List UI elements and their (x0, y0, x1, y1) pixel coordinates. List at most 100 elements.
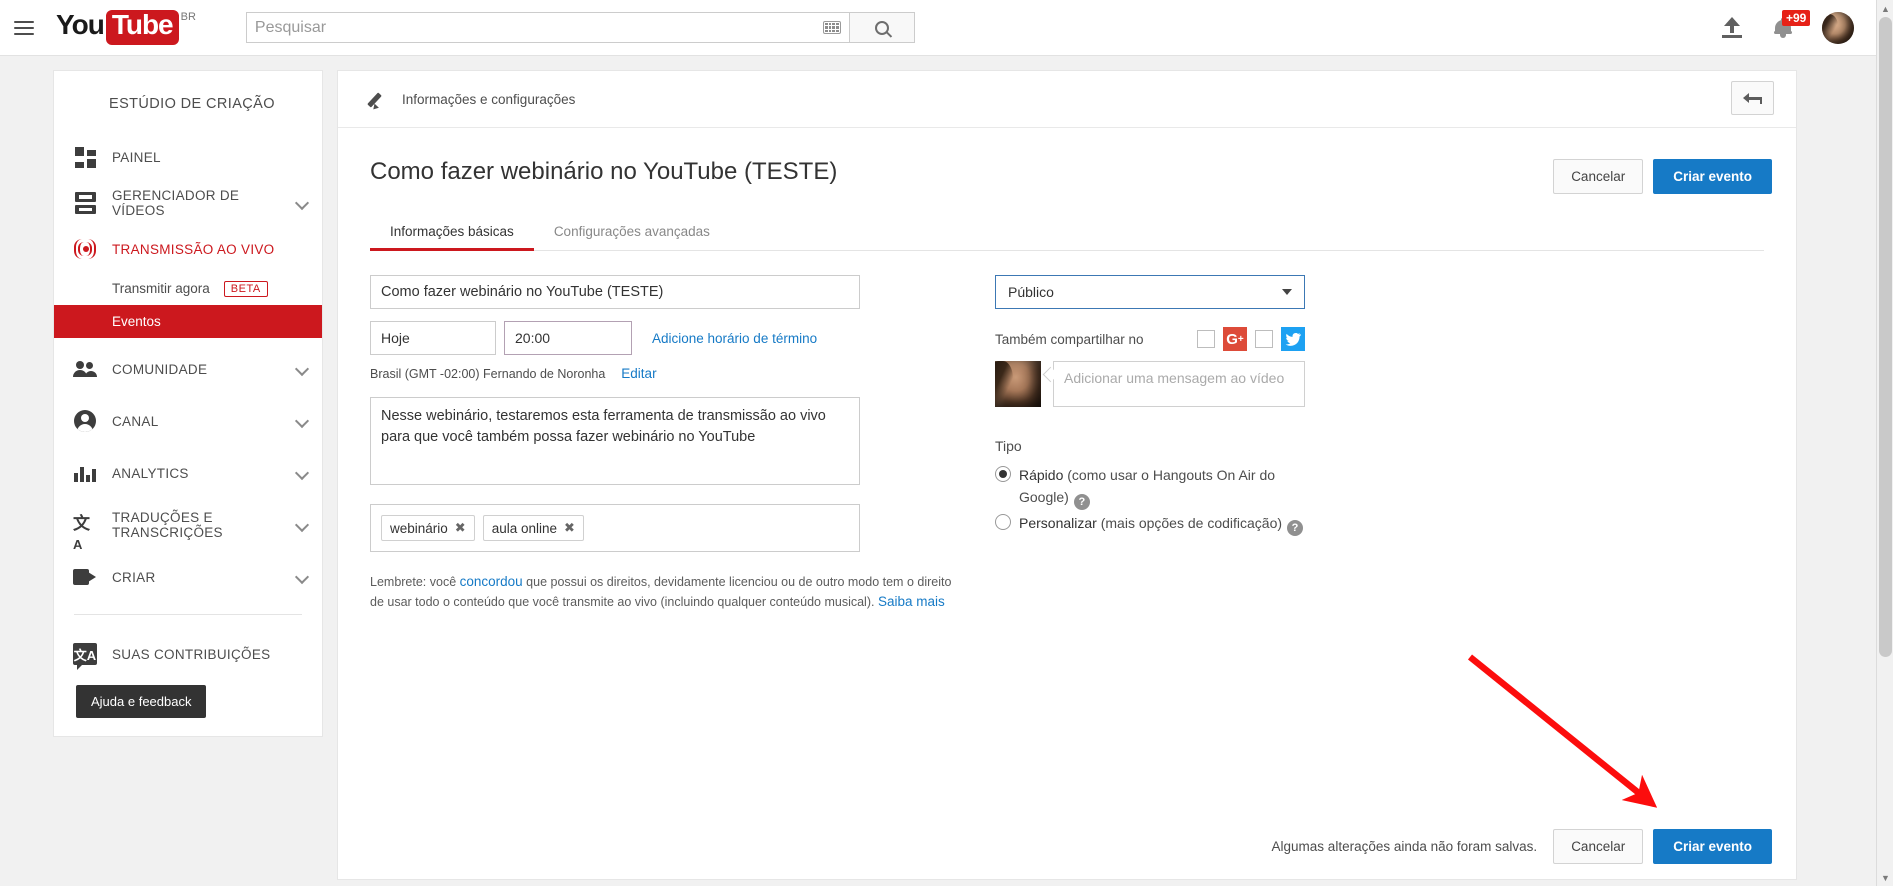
avatar[interactable] (1822, 11, 1854, 44)
sidebar-item-traducoes-e-transcricoes[interactable]: 文A TRADUÇÕES E TRANSCRIÇÕES (54, 502, 322, 552)
type-option-label: Rápido (como usar o Hangouts On Air do G… (1019, 464, 1305, 510)
chevron-down-icon[interactable] (296, 197, 308, 209)
close-icon[interactable]: ✖ (455, 520, 466, 536)
tab-configuracoes-avancadas[interactable]: Configurações avançadas (534, 214, 730, 250)
type-option-rapido[interactable]: Rápido (como usar o Hangouts On Air do G… (995, 464, 1305, 510)
tag-label: aula online (491, 520, 558, 536)
chevron-down-icon[interactable] (296, 571, 308, 583)
search-box[interactable] (245, 12, 850, 43)
logo-tube-text: Tube (111, 9, 174, 40)
tag-label: webinário (390, 520, 448, 536)
rights-disclaimer: Lembrete: você concordou que possui os d… (370, 572, 960, 612)
edit-timezone-link[interactable]: Editar (621, 366, 656, 381)
saiba-mais-link[interactable]: Saiba mais (878, 594, 945, 609)
chevron-down-icon[interactable] (296, 415, 308, 427)
chevron-down-icon[interactable] (296, 363, 308, 375)
beta-badge: BETA (223, 280, 268, 297)
sidebar-divider (74, 614, 302, 615)
sidebar-title: ESTÚDIO DE CRIAÇÃO (109, 96, 275, 112)
back-arrow-icon (1743, 92, 1762, 104)
analytics-icon (72, 460, 98, 486)
search-icon (874, 20, 889, 35)
add-end-time-link[interactable]: Adicione horário de término (652, 331, 817, 346)
channel-icon (72, 408, 98, 434)
sidebar-subitem-eventos[interactable]: Eventos (54, 305, 322, 338)
search-input[interactable] (254, 18, 823, 37)
create-event-button-top[interactable]: Criar evento (1653, 159, 1772, 194)
sidebar-item-painel[interactable]: PAINEL (54, 134, 322, 180)
create-icon (72, 564, 98, 590)
event-time-input[interactable] (504, 321, 632, 355)
event-description-textarea[interactable]: Nesse webinário, testaremos esta ferrame… (370, 397, 860, 485)
form-right-column: Público Também compartilhar no G + Adici… (995, 275, 1475, 612)
twitter-checkbox[interactable] (1255, 330, 1273, 348)
page-scrollbar[interactable]: ▲ ▼ (1876, 0, 1893, 886)
type-option-personalizar[interactable]: Personalizar (mais opções de codificação… (995, 512, 1305, 536)
chevron-down-icon[interactable] (296, 467, 308, 479)
hamburger-icon[interactable] (14, 16, 38, 40)
sidebar-item-canal[interactable]: CANAL (54, 398, 322, 444)
google-plus-icon[interactable]: G + (1223, 327, 1247, 351)
back-button[interactable] (1731, 81, 1774, 115)
scroll-down-arrow[interactable]: ▼ (1877, 869, 1893, 886)
search-button[interactable] (849, 12, 915, 43)
share-label: Também compartilhar no (995, 331, 1144, 347)
notifications-button[interactable]: +99 (1774, 9, 1811, 38)
main-content-panel: Informações e configurações Como fazer w… (337, 70, 1797, 880)
contributions-icon: 文A (72, 641, 98, 670)
sidebar-item-analytics[interactable]: ANALYTICS (54, 450, 322, 496)
cancel-button-bottom[interactable]: Cancelar (1553, 828, 1644, 864)
share-row: Também compartilhar no G + (995, 327, 1305, 351)
help-icon[interactable]: ? (1073, 494, 1090, 510)
sidebar-item-gerenciador-de-videos[interactable]: GERENCIADOR DE VÍDEOS (54, 180, 322, 226)
upload-icon[interactable] (1720, 16, 1744, 40)
scroll-up-arrow[interactable]: ▲ (1877, 0, 1893, 17)
tags-field[interactable]: webinário ✖ aula online ✖ (370, 504, 860, 552)
top-action-buttons: Cancelar Criar evento (1553, 159, 1772, 194)
google-plus-checkbox[interactable] (1197, 330, 1215, 348)
timezone-label: Brasil (GMT -02:00) Fernando de Noronha (370, 366, 606, 381)
tab-informacoes-basicas[interactable]: Informações básicas (370, 214, 534, 251)
youtube-logo[interactable]: You Tube BR (56, 10, 196, 45)
privacy-select[interactable]: Público (995, 275, 1305, 309)
sidebar-item-criar[interactable]: CRIAR (54, 554, 322, 600)
event-title-input[interactable] (370, 275, 860, 309)
dashboard-icon (72, 144, 98, 170)
sidebar-item-comunidade[interactable]: COMUNIDADE (54, 346, 322, 392)
sidebar-item-label: CANAL (112, 413, 159, 429)
timezone-row: Brasil (GMT -02:00) Fernando de Noronha … (370, 366, 890, 381)
sidebar-item-label: CRIAR (112, 569, 156, 585)
unsaved-changes-notice: Algumas alterações ainda não foram salva… (1271, 838, 1538, 854)
bottom-action-bar: Algumas alterações ainda não foram salva… (338, 813, 1796, 879)
scrollbar-thumb[interactable] (1879, 17, 1892, 657)
concordou-link[interactable]: concordou (460, 574, 523, 589)
help-icon[interactable]: ? (1287, 520, 1304, 536)
tab-bar: Informações básicas Configurações avança… (370, 214, 1764, 251)
sidebar-item-transmissao-ao-vivo[interactable]: TRANSMISSÃO AO VIVO (54, 226, 322, 272)
avatar (995, 361, 1041, 407)
tag-chip[interactable]: aula online ✖ (482, 515, 584, 541)
close-icon[interactable]: ✖ (564, 520, 575, 536)
event-date-input[interactable] (370, 321, 496, 355)
sidebar-item-label: ANALYTICS (112, 465, 189, 481)
share-message-input[interactable] (1053, 361, 1305, 407)
twitter-icon[interactable] (1281, 327, 1305, 351)
tag-chip[interactable]: webinário ✖ (381, 515, 475, 541)
sidebar-item-label: PAINEL (112, 149, 161, 165)
sidebar-item-suas-contribuicoes[interactable]: 文A SUAS CONTRIBUIÇÕES (54, 631, 322, 677)
sidebar-subitem-label: Transmitir agora (112, 281, 210, 296)
help-and-feedback-button[interactable]: Ajuda e feedback (76, 685, 207, 718)
disclaimer-prefix: Lembrete: você (370, 575, 460, 589)
logo-tube-badge: Tube (105, 9, 179, 45)
type-option-detail: (mais opções de codificação) (1096, 515, 1283, 531)
sidebar-subitem-transmitir-agora[interactable]: Transmitir agora BETA (54, 272, 322, 305)
create-event-button-bottom[interactable]: Criar evento (1653, 828, 1772, 864)
cancel-button-top[interactable]: Cancelar (1553, 159, 1644, 194)
sidebar-item-label: TRADUÇÕES E TRANSCRIÇÕES (112, 510, 223, 540)
radio-personalizar[interactable] (995, 514, 1011, 530)
radio-rapido[interactable] (995, 466, 1011, 482)
translations-icon: 文A (73, 514, 90, 552)
keyboard-icon[interactable] (822, 21, 841, 34)
sidebar-subitem-label: Eventos (112, 314, 161, 329)
chevron-down-icon[interactable] (296, 519, 308, 531)
